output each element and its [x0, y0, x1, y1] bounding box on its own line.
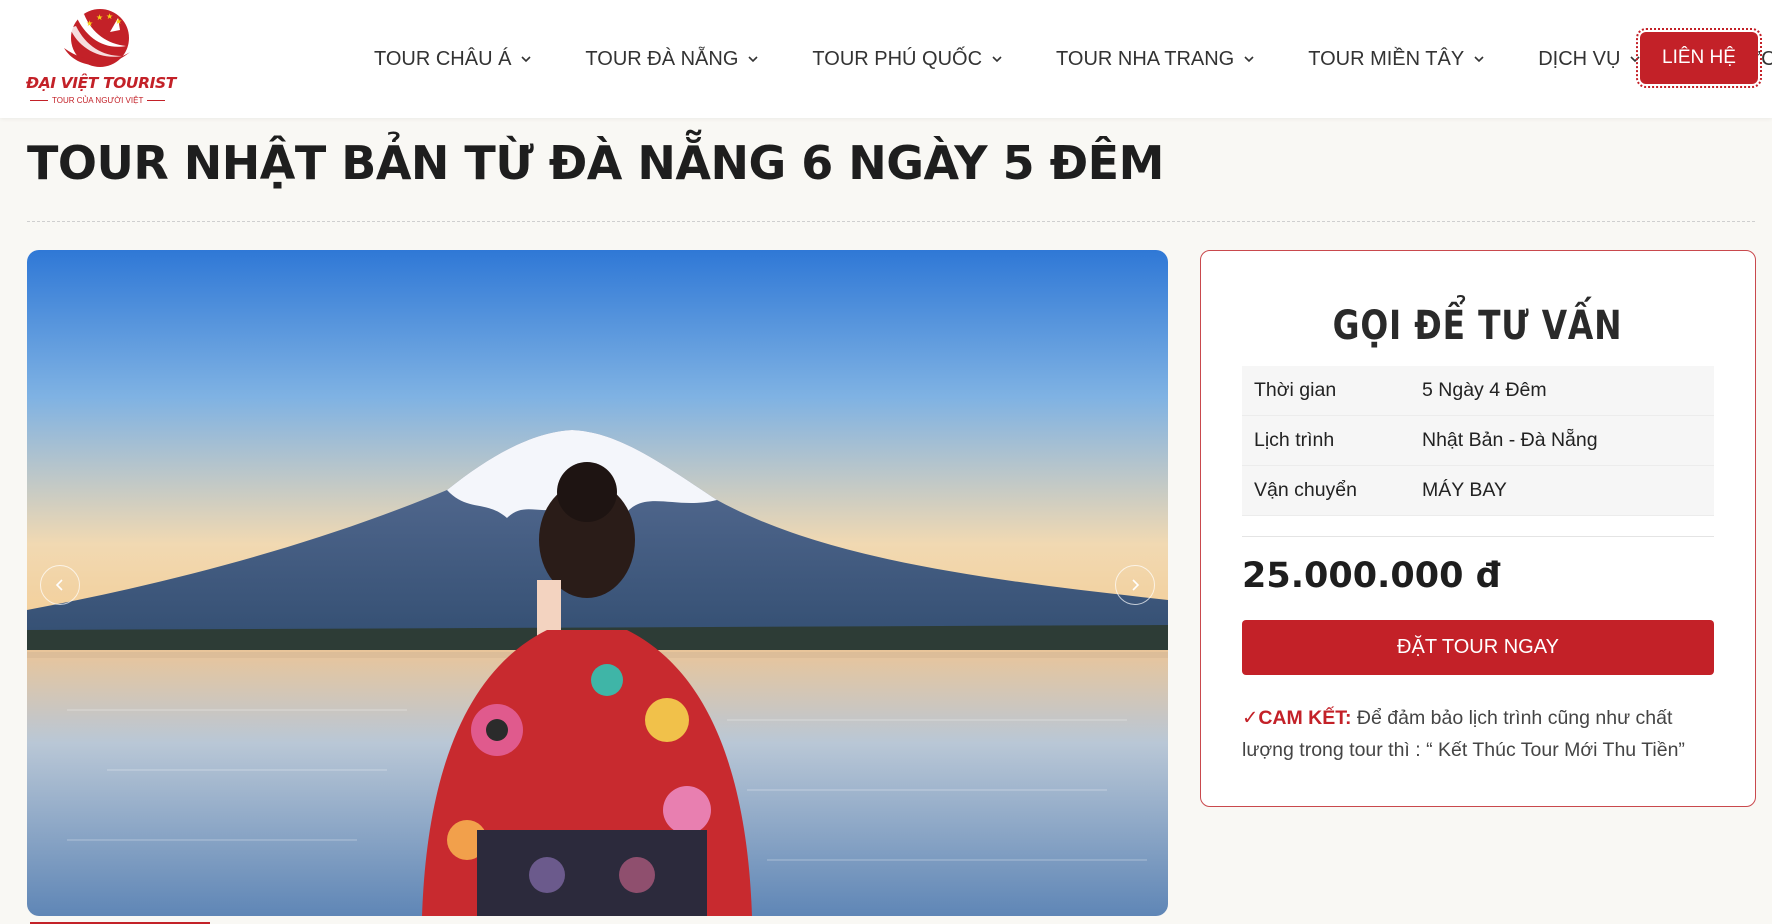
- tour-image-gallery[interactable]: [27, 250, 1168, 916]
- chevron-down-icon: [521, 56, 531, 63]
- contact-button[interactable]: LIÊN HỆ: [1636, 28, 1762, 88]
- nav-item-tour-nha-trang[interactable]: TOUR NHA TRANG: [1056, 48, 1255, 71]
- info-value: MÁY BAY: [1422, 479, 1507, 501]
- nav-item-tour-mien-tay[interactable]: TOUR MIỀN TÂY: [1308, 48, 1485, 71]
- tour-price: 25.000.000 đ: [1242, 556, 1501, 596]
- logo-emblem-icon: ★ ★ ★ ★: [64, 9, 130, 67]
- nav-item-label: DỊCH VỤ: [1538, 47, 1621, 70]
- info-row-itinerary: Lịch trình Nhật Bản - Đà Nẵng: [1242, 416, 1714, 466]
- chevron-right-icon: [1132, 579, 1140, 591]
- page-title: TOUR NHẬT BẢN TỪ ĐÀ NẴNG 6 NGÀY 5 ĐÊM: [27, 136, 1164, 190]
- tour-info-table: Thời gian 5 Ngày 4 Đêm Lịch trình Nhật B…: [1242, 366, 1714, 516]
- nav-item-tour-phu-quoc[interactable]: TOUR PHÚ QUỐC: [812, 48, 1003, 71]
- nav-item-tour-chau-a[interactable]: TOUR CHÂU Á: [374, 48, 532, 71]
- main-nav: TOUR CHÂU Á TOUR ĐÀ NẴNG TOUR PHÚ QUỐC T…: [374, 0, 1772, 118]
- site-header: ★ ★ ★ ★ ĐẠI VIỆT TOURIST TOUR CỦA NGƯỜI …: [0, 0, 1772, 118]
- chevron-down-icon: [992, 56, 1002, 63]
- chevron-down-icon: [1244, 56, 1254, 63]
- chevron-down-icon: [1474, 56, 1484, 63]
- info-key: Thời gian: [1254, 379, 1337, 401]
- info-key: Lịch trình: [1254, 429, 1335, 451]
- logo-tagline: TOUR CỦA NGƯỜI VIỆT: [26, 96, 166, 105]
- nav-item-label: TOUR CHÂU Á: [374, 47, 512, 70]
- book-tour-button[interactable]: ĐẶT TOUR NGAY: [1242, 620, 1714, 675]
- commitment-label: CAM KẾT:: [1258, 707, 1352, 729]
- nav-item-tour-da-nang[interactable]: TOUR ĐÀ NẴNG: [585, 48, 759, 71]
- info-value: Nhật Bản - Đà Nẵng: [1422, 429, 1598, 451]
- chevron-left-icon: [55, 579, 63, 591]
- commitment-note: ✓CAM KẾT: Để đảm bảo lịch trình cũng như…: [1242, 702, 1722, 766]
- info-value: 5 Ngày 4 Đêm: [1422, 379, 1547, 401]
- logo-name: ĐẠI VIỆT TOURIST: [26, 74, 176, 92]
- booking-card: GỌI ĐỂ TƯ VẤN Thời gian 5 Ngày 4 Đêm Lịc…: [1200, 250, 1756, 807]
- mount-fuji-kimono-photo: [27, 250, 1168, 916]
- chevron-down-icon: [748, 56, 758, 63]
- svg-text:★: ★: [106, 12, 113, 21]
- nav-item-dich-vu[interactable]: DỊCH VỤ: [1538, 48, 1641, 71]
- svg-text:★: ★: [86, 19, 93, 28]
- booking-title: GỌI ĐỂ TƯ VẤN: [1332, 303, 1623, 349]
- check-icon: ✓: [1242, 707, 1259, 729]
- nav-item-label: TOUR NHA TRANG: [1056, 47, 1235, 70]
- nav-item-label: TOUR ĐÀ NẴNG: [585, 47, 739, 70]
- info-row-transport: Vận chuyển MÁY BAY: [1242, 466, 1714, 516]
- svg-text:★: ★: [96, 13, 103, 22]
- logo[interactable]: ★ ★ ★ ★ ĐẠI VIỆT TOURIST TOUR CỦA NGƯỜI …: [26, 8, 176, 110]
- nav-item-label: TOUR MIỀN TÂY: [1308, 47, 1465, 70]
- nav-item-label: TOUR PHÚ QUỐC: [812, 47, 983, 70]
- gallery-next-button[interactable]: [1115, 565, 1155, 605]
- title-divider: [27, 221, 1755, 222]
- svg-text:★: ★: [115, 17, 122, 26]
- info-key: Vận chuyển: [1254, 479, 1357, 501]
- info-row-duration: Thời gian 5 Ngày 4 Đêm: [1242, 366, 1714, 416]
- gallery-prev-button[interactable]: [40, 565, 80, 605]
- card-divider: [1242, 536, 1714, 537]
